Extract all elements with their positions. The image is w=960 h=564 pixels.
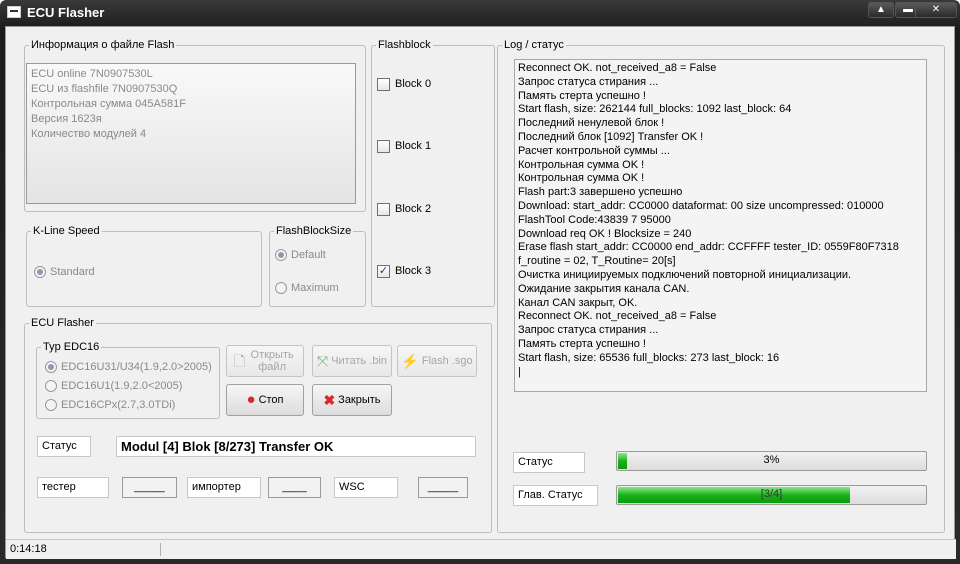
log-line: Download: start_addr: CC0000 dataformat:… — [518, 199, 884, 212]
open-file-icon: 🗋 — [233, 353, 246, 369]
wsc-value: _____ — [418, 477, 468, 498]
block-0-label: Block 0 — [395, 78, 432, 90]
log-line: Канал CAN закрыт, OK. — [518, 296, 638, 309]
tester-value: _____ — [122, 477, 177, 498]
log-line: Ожидание закрытия канала CAN. — [518, 282, 690, 295]
log-textbox[interactable]: Reconnect OK. not_received_a8 = False Зап… — [514, 59, 927, 392]
log-status-legend: Log / статус — [504, 39, 564, 51]
block-2-checkbox[interactable] — [377, 203, 390, 216]
status-label-box: Статус — [37, 436, 91, 457]
tester-label: тестер — [37, 477, 109, 498]
log-line: Download req OK ! Blocksize = 240 — [518, 227, 692, 240]
close-button[interactable]: ✖ Закрыть — [312, 384, 392, 416]
wsc-label: WSC — [334, 477, 398, 498]
title-bar[interactable]: ECU Flasher ▲ ▬ ✕ — [0, 0, 960, 26]
status-progress-bar: 3% — [616, 451, 927, 471]
log-line: Reconnect OK. not_received_a8 = False — [518, 62, 717, 74]
block-3-checkbox[interactable]: ✓ — [377, 265, 390, 278]
ecu-flasher-legend: ECU Flasher — [31, 317, 94, 329]
progress-status-label: Статус — [513, 452, 585, 473]
log-line: FlashTool Code:43839 7 95000 — [518, 213, 671, 226]
read-bin-label: Читать .bin — [331, 355, 388, 367]
close-window-button[interactable]: ✕ — [915, 2, 957, 18]
blocksize-legend: FlashBlockSize — [276, 225, 352, 237]
importer-label: импортер — [187, 477, 261, 498]
log-line: Flash part:3 завершено успешно — [518, 186, 683, 199]
log-line: Последний ненулевой блок ! — [518, 117, 665, 130]
kline-standard-label: Standard — [50, 266, 95, 278]
log-line: Reconnect OK. not_received_a8 = False — [518, 310, 717, 323]
info-line: Версия 1623я — [31, 113, 102, 125]
blocksize-maximum-label: Maximum — [291, 282, 339, 294]
scroll-up-button[interactable]: ▲ — [868, 2, 894, 18]
red-x-icon: ✖ — [323, 392, 336, 408]
app-icon — [7, 6, 21, 18]
log-line: Память стерта успешно ! — [518, 89, 646, 102]
read-bin-icon: ⤧ — [316, 353, 329, 369]
flash-sgo-button[interactable]: ⚡ Flash .sgo — [397, 345, 477, 377]
edc16u1-label: EDC16U1(1.9,2.0<2005) — [61, 380, 183, 392]
log-line: f_routine = 02, T_Routine= 20[s] — [518, 255, 676, 268]
app-window: ECU Flasher ▲ ▬ ✕ Информация о файле Fla… — [0, 0, 960, 564]
edc16cpx-radio[interactable] — [45, 399, 57, 411]
flash-sgo-label: Flash .sgo — [421, 355, 473, 367]
read-bin-button[interactable]: ⤧ Читать .bin — [312, 345, 392, 377]
edc16cpx-label: EDC16CPx(2.7,3.0TDi) — [61, 399, 176, 411]
main-progress-bar: [3/4] — [616, 485, 927, 505]
main-status-label: Глав. Статус — [513, 485, 598, 506]
edc16u31-label: EDC16U31/U34(1.9,2.0>2005) — [61, 361, 212, 373]
file-info-box: ECU online 7N0907530L ECU из flashfile 7… — [26, 63, 356, 204]
block-3-label: Block 3 — [395, 265, 432, 277]
status-progress-text: 3% — [763, 454, 780, 466]
block-1-label: Block 1 — [395, 140, 432, 152]
block-2-label: Block 2 — [395, 203, 432, 215]
blocksize-default-radio[interactable] — [275, 249, 287, 261]
log-line: Контрольная сумма OK ! — [518, 172, 645, 185]
info-line: ECU из flashfile 7N0907530Q — [31, 83, 178, 95]
log-line: Контрольная сумма OK ! — [518, 158, 645, 171]
open-file-button[interactable]: 🗋 Открыть файл — [226, 345, 304, 377]
stop-button[interactable]: ● Стоп — [226, 384, 304, 416]
stop-icon: ● — [246, 391, 256, 408]
status-value: Modul [4] Blok [8/273] Transfer OK — [116, 436, 476, 457]
kline-speed-legend: K-Line Speed — [33, 225, 100, 237]
open-file-label: Открыть файл — [250, 349, 294, 373]
info-line: Количество модулей 4 — [31, 128, 147, 140]
main-progress-text: [3/4] — [760, 488, 783, 500]
log-line: Запрос статуса стирания ... — [518, 75, 659, 88]
log-line: | — [518, 365, 521, 378]
client-area: Информация о файле Flash ECU online 7N09… — [5, 26, 956, 559]
log-line: Очистка инициируемых подключений повторн… — [518, 268, 852, 281]
log-line: Start flash, size: 65536 full_blocks: 27… — [518, 351, 780, 364]
log-line: Erase flash start_addr: CC0000 end_addr:… — [518, 241, 899, 254]
status-bar-separator — [160, 543, 161, 556]
log-line: Start flash, size: 262144 full_blocks: 1… — [518, 103, 792, 116]
typ-edc16-legend: Typ EDC16 — [43, 341, 100, 353]
flashblock-legend: Flashblock — [378, 39, 431, 51]
block-1-checkbox[interactable] — [377, 140, 390, 153]
window-title: ECU Flasher — [27, 5, 105, 20]
log-line: Последний блок [1092] Transfer OK ! — [518, 130, 704, 143]
kline-standard-radio[interactable] — [34, 266, 46, 278]
log-line: Память стерта успешно ! — [518, 337, 646, 350]
stop-label: Стоп — [258, 394, 284, 406]
file-info-legend: Информация о файле Flash — [31, 39, 175, 51]
close-label: Закрыть — [338, 394, 381, 406]
info-line: Контрольная сумма 045A581F — [31, 98, 186, 110]
blocksize-default-label: Default — [291, 249, 326, 261]
log-line: Запрос статуса стирания ... — [518, 324, 659, 337]
info-line: ECU online 7N0907530L — [31, 68, 153, 80]
status-bar: 0:14:18 — [6, 539, 956, 559]
elapsed-time: 0:14:18 — [10, 543, 47, 555]
log-line: Расчет контрольной суммы ... — [518, 144, 670, 157]
lightning-icon: ⚡ — [401, 353, 419, 369]
block-0-checkbox[interactable] — [377, 78, 390, 91]
importer-value: ____ — [268, 477, 321, 498]
blocksize-maximum-radio[interactable] — [275, 282, 287, 294]
edc16u31-radio[interactable] — [45, 361, 57, 373]
blocksize-group: FlashBlockSize — [269, 225, 366, 307]
edc16u1-radio[interactable] — [45, 380, 57, 392]
